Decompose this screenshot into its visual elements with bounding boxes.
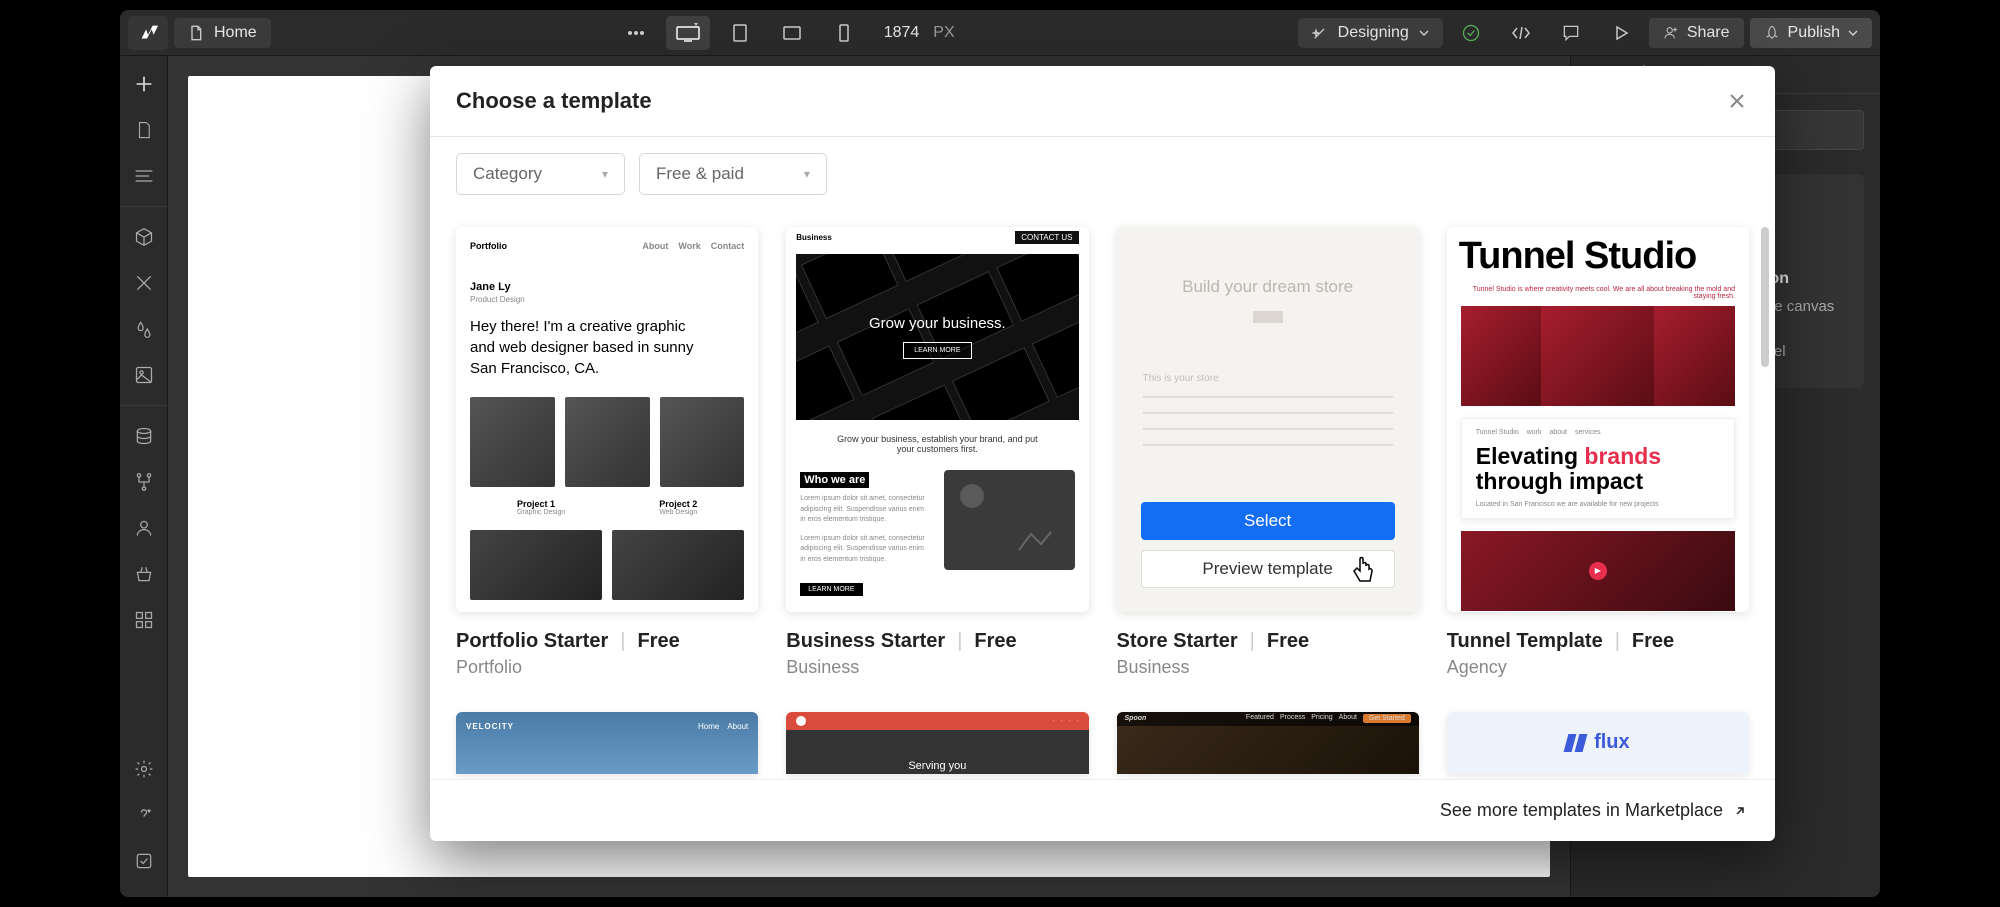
code-button[interactable] bbox=[1499, 16, 1543, 50]
assets-button[interactable] bbox=[124, 355, 164, 395]
logic-button[interactable] bbox=[124, 462, 164, 502]
chevron-down-icon bbox=[1419, 30, 1429, 36]
cube-icon bbox=[134, 227, 154, 247]
top-bar: Home * 1874 PX Designing bbox=[120, 10, 1880, 56]
template-card-velocity[interactable]: VELOCITYHomeAbout bbox=[456, 712, 758, 774]
publish-button[interactable]: Publish bbox=[1750, 18, 1872, 48]
tablet-portrait-icon bbox=[732, 23, 748, 43]
marketplace-link[interactable]: See more templates in Marketplace bbox=[1440, 800, 1747, 821]
viewport-tablet-portrait-button[interactable] bbox=[718, 16, 762, 50]
checkbox-icon bbox=[134, 851, 154, 871]
chevron-down-icon: ▾ bbox=[602, 167, 608, 181]
viewport-desktop-button[interactable]: * bbox=[666, 16, 710, 50]
template-card-tunnel[interactable]: Tunnel Studio Tunnel Studio is where cre… bbox=[1447, 227, 1749, 684]
viewport-width-unit: PX bbox=[933, 24, 954, 42]
help-sparkle-icon bbox=[134, 805, 154, 825]
code-icon bbox=[1511, 26, 1531, 40]
rocket-icon bbox=[1764, 25, 1780, 41]
grid-icon bbox=[134, 610, 154, 630]
template-card-flux[interactable]: flux bbox=[1447, 712, 1749, 774]
modal-close-button[interactable] bbox=[1725, 89, 1749, 113]
mobile-icon bbox=[838, 23, 850, 43]
category-filter[interactable]: Category ▾ bbox=[456, 153, 625, 195]
template-card-serving[interactable]: ···· Serving you bbox=[786, 712, 1088, 774]
logic-icon bbox=[134, 472, 154, 492]
tablet-landscape-icon bbox=[782, 25, 802, 41]
more-menu-button[interactable] bbox=[614, 16, 658, 50]
audit-button[interactable] bbox=[124, 841, 164, 881]
template-modal: Choose a template Category ▾ Free & paid… bbox=[430, 66, 1775, 841]
left-sidebar bbox=[120, 56, 168, 897]
comment-icon bbox=[1561, 23, 1581, 43]
template-card-business[interactable]: BusinessCONTACT US Grow your business. L… bbox=[786, 227, 1088, 684]
preview-template-button[interactable]: Preview template bbox=[1141, 550, 1395, 588]
help-button[interactable] bbox=[124, 795, 164, 835]
desktop-star-icon: * bbox=[675, 23, 701, 43]
close-icon bbox=[1729, 93, 1745, 109]
image-icon bbox=[134, 365, 154, 385]
play-icon bbox=[1613, 25, 1629, 41]
webflow-logo-icon bbox=[137, 22, 159, 44]
droplets-icon bbox=[134, 319, 154, 339]
chevron-down-icon bbox=[1848, 30, 1858, 36]
pages-button[interactable] bbox=[124, 110, 164, 150]
viewport-width-value[interactable]: 1874 bbox=[884, 24, 920, 42]
share-button[interactable]: Share bbox=[1649, 18, 1744, 48]
chevron-down-icon: ▾ bbox=[804, 167, 810, 181]
home-page-button[interactable]: Home bbox=[174, 18, 271, 48]
home-label: Home bbox=[214, 24, 257, 42]
select-template-button[interactable]: Select bbox=[1141, 502, 1395, 540]
template-card-portfolio[interactable]: Portfolio AboutWorkContact Jane Ly Produ… bbox=[456, 227, 758, 684]
mode-selector[interactable]: Designing bbox=[1298, 18, 1443, 48]
cms-button[interactable] bbox=[124, 416, 164, 456]
gear-icon bbox=[134, 759, 154, 779]
style-selectors-button[interactable] bbox=[124, 309, 164, 349]
pointer-cursor-icon bbox=[1350, 555, 1378, 587]
variables-button[interactable] bbox=[124, 263, 164, 303]
svg-text:*: * bbox=[694, 23, 698, 32]
apps-button[interactable] bbox=[124, 600, 164, 640]
components-button[interactable] bbox=[124, 217, 164, 257]
price-filter[interactable]: Free & paid ▾ bbox=[639, 153, 827, 195]
database-icon bbox=[134, 426, 154, 446]
ecommerce-button[interactable] bbox=[124, 554, 164, 594]
preview-button[interactable] bbox=[1599, 16, 1643, 50]
basket-icon bbox=[134, 564, 154, 584]
template-card-spoon[interactable]: SpoonFeaturedProcessPricingAboutGet Star… bbox=[1117, 712, 1419, 774]
user-plus-icon bbox=[1663, 25, 1679, 41]
template-card-store[interactable]: Build your dream store This is your stor… bbox=[1117, 227, 1419, 684]
settings-button[interactable] bbox=[124, 749, 164, 789]
add-element-button[interactable] bbox=[124, 64, 164, 104]
navigator-button[interactable] bbox=[124, 156, 164, 196]
scrollbar-thumb[interactable] bbox=[1761, 227, 1769, 367]
template-grid: Portfolio AboutWorkContact Jane Ly Produ… bbox=[430, 203, 1775, 779]
page-icon bbox=[188, 25, 204, 41]
viewport-tablet-landscape-button[interactable] bbox=[770, 16, 814, 50]
user-icon bbox=[134, 518, 154, 538]
comments-button[interactable] bbox=[1549, 16, 1593, 50]
variables-icon bbox=[134, 273, 154, 293]
plus-icon bbox=[133, 73, 155, 95]
navigator-icon bbox=[134, 168, 154, 184]
page-icon bbox=[135, 120, 153, 140]
status-check-button[interactable] bbox=[1449, 16, 1493, 50]
ellipsis-icon bbox=[627, 30, 645, 36]
modal-title: Choose a template bbox=[456, 88, 652, 114]
external-link-icon bbox=[1733, 804, 1747, 818]
viewport-mobile-button[interactable] bbox=[822, 16, 866, 50]
webflow-logo-button[interactable] bbox=[128, 16, 168, 50]
users-button[interactable] bbox=[124, 508, 164, 548]
check-circle-icon bbox=[1461, 23, 1481, 43]
wand-icon bbox=[1312, 25, 1328, 41]
